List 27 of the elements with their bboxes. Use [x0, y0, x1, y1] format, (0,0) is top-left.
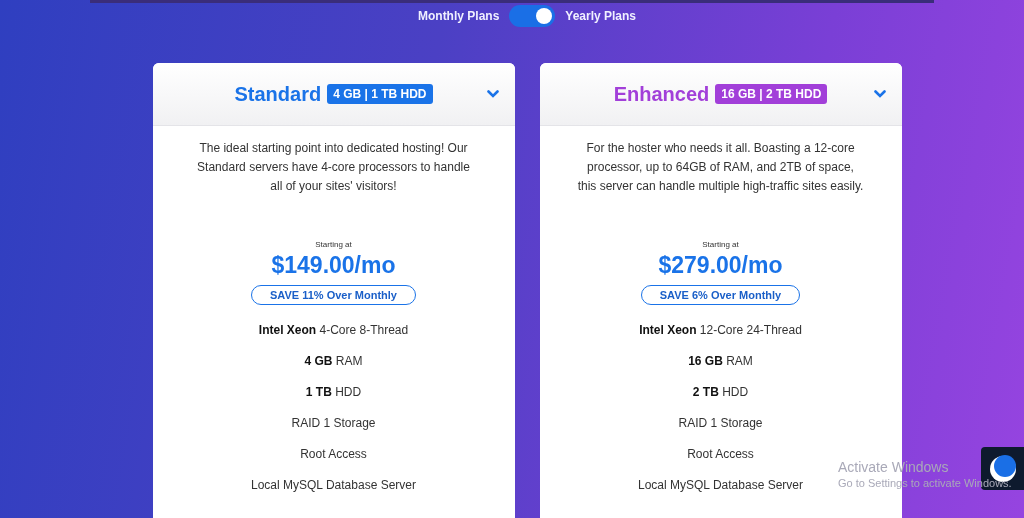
billing-toggle[interactable] — [509, 5, 556, 27]
feature-item: Root Access — [687, 446, 754, 463]
feature-item: RAID 1 Storage — [291, 415, 376, 432]
plan-description: For the hoster who needs it all. Boasting a 12-core processor, up to 64GB of RAM, and 2TB of space, this server can handle multiple high-traffic sites easily. — [576, 140, 865, 195]
feature-item: RAID 1 Storage — [678, 415, 763, 432]
chevron-icon[interactable] — [484, 88, 501, 100]
feature-item: Intel Xeon 12-Core 24-Thread — [639, 322, 802, 339]
spec-badge: 4 GB | 1 TB HDD — [327, 84, 433, 104]
plan-name: Enhanced — [613, 82, 710, 106]
feature-item: Root Access — [300, 446, 367, 463]
feature-item: 4 GB RAM — [304, 353, 363, 370]
plan-price: $279.00/mo — [658, 252, 783, 279]
plan-name: Standard — [234, 82, 322, 106]
feature-item: Intel Xeon 4-Core 8-Thread — [258, 322, 409, 339]
chevron-icon[interactable] — [871, 88, 888, 100]
spec-badge: 16 GB | 2 TB HDD — [715, 84, 828, 104]
feature-item: 16 GB RAM — [688, 353, 753, 370]
plan-price: $149.00/mo — [271, 252, 396, 279]
feature-item: 2 TB HDD — [692, 384, 749, 401]
price-caption: Starting at — [315, 240, 352, 249]
toggle-label: Monthly Plans — [417, 9, 500, 23]
feature-item: 1 TB HDD — [305, 384, 362, 401]
feature-item: Local MySQL Database Server — [638, 477, 803, 494]
plan-description: The ideal starting point into dedicated hosting! Our Standard servers have 4-core processors to handle all of your sites' visitors! — [196, 140, 471, 195]
toggle-label: Yearly Plans — [565, 9, 637, 23]
price-caption: Starting at — [702, 240, 739, 249]
feature-item: Local MySQL Database Server — [251, 477, 416, 494]
